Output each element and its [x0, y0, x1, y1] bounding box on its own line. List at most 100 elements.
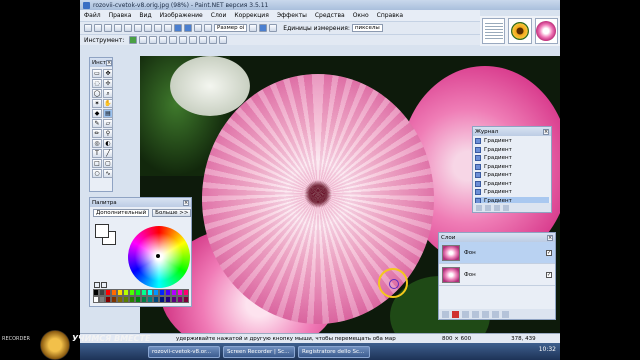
taskbar-item-paintnet[interactable]: rozovii-cvetok-v8.or...: [148, 345, 220, 358]
open-icon[interactable]: [94, 24, 102, 32]
option-icon-7[interactable]: [199, 36, 208, 44]
ruler-icon[interactable]: [269, 24, 278, 32]
line-icon[interactable]: ╱: [103, 149, 113, 158]
copy-icon[interactable]: [134, 24, 142, 32]
option-icon-3[interactable]: [159, 36, 168, 44]
layer-row[interactable]: Фон ✓: [439, 264, 555, 286]
ellipse-icon[interactable]: ○: [92, 169, 102, 178]
window-mode-icon[interactable]: [259, 24, 268, 32]
palette-more-button[interactable]: Больше >>: [152, 209, 192, 217]
recolor-icon[interactable]: ◐: [103, 139, 113, 148]
history-item[interactable]: Градиент: [475, 171, 549, 180]
gradient-cursor-handle[interactable]: [378, 268, 408, 298]
close-icon[interactable]: ×: [543, 128, 549, 135]
redo-icon[interactable]: [184, 24, 192, 32]
move-selection-icon[interactable]: ✢: [103, 79, 113, 88]
history-item[interactable]: Градиент: [475, 180, 549, 189]
add-layer-icon[interactable]: [442, 310, 449, 318]
option-icon-4[interactable]: [169, 36, 178, 44]
move-layer-up-icon[interactable]: [482, 310, 489, 318]
duplicate-layer-icon[interactable]: [462, 310, 469, 318]
palette-color-swatch[interactable]: [183, 296, 189, 303]
taskbar-item-registratore[interactable]: Registratore dello Sc...: [298, 345, 370, 358]
delete-layer-icon[interactable]: [452, 310, 459, 318]
menu-image[interactable]: Изображение: [160, 12, 203, 19]
rounded-rect-icon[interactable]: ▢: [103, 159, 113, 168]
option-icon-1[interactable]: [139, 36, 148, 44]
magic-wand-icon[interactable]: ✶: [92, 99, 102, 108]
menu-help[interactable]: Справка: [377, 12, 403, 19]
color-picker-icon[interactable]: ⚲: [103, 129, 113, 138]
menu-effects[interactable]: Эффекты: [277, 12, 307, 19]
history-item[interactable]: Градиент: [475, 146, 549, 155]
color-wheel[interactable]: [128, 226, 190, 288]
palette-mode-dropdown[interactable]: Дополнительный: [93, 209, 150, 217]
print-icon[interactable]: [114, 24, 122, 32]
fast-forward-icon[interactable]: [503, 204, 509, 211]
menu-adjustments[interactable]: Коррекция: [234, 12, 268, 19]
menu-utilities[interactable]: Средства: [315, 12, 345, 19]
zoom-icon[interactable]: [204, 24, 212, 32]
units-combo[interactable]: пикселы: [351, 24, 383, 32]
primary-color-swatch[interactable]: [95, 224, 109, 238]
thumbnail-document[interactable]: [482, 18, 506, 44]
history-item[interactable]: Градиент: [475, 163, 549, 172]
option-icon-5[interactable]: [179, 36, 188, 44]
taskbar-item-screen-recorder[interactable]: Screen Recorder | Sc...: [223, 345, 295, 358]
zoom-size-combo[interactable]: Размер оі: [214, 24, 248, 32]
menu-window[interactable]: Окно: [353, 12, 369, 19]
undo-icon[interactable]: [174, 24, 182, 32]
close-icon[interactable]: ×: [105, 59, 112, 66]
merge-layer-icon[interactable]: [472, 310, 479, 318]
menu-file[interactable]: Файл: [84, 12, 101, 19]
pencil-icon[interactable]: ✏: [92, 129, 102, 138]
history-item[interactable]: Градиент: [475, 154, 549, 163]
ellipse-select-icon[interactable]: ◯: [92, 89, 102, 98]
zoom-tool-icon[interactable]: ⌕: [103, 89, 113, 98]
new-icon[interactable]: [84, 24, 92, 32]
history-item[interactable]: Градиент: [475, 137, 549, 146]
thumbnail-pink-flower[interactable]: [534, 18, 558, 44]
paint-bucket-icon[interactable]: ◆: [92, 109, 102, 118]
save-icon[interactable]: [104, 24, 112, 32]
freeform-icon[interactable]: ∿: [103, 169, 113, 178]
menu-layers[interactable]: Слои: [211, 12, 227, 19]
thumbnail-sunflower[interactable]: [508, 18, 532, 44]
layer-properties-icon[interactable]: [502, 310, 509, 318]
close-icon[interactable]: ×: [547, 234, 553, 241]
gradient-tool-icon[interactable]: [129, 36, 138, 44]
eraser-icon[interactable]: ▱: [103, 119, 113, 128]
option-icon-8[interactable]: [209, 36, 218, 44]
layer-row[interactable]: Фон ✓: [439, 242, 555, 264]
paintbrush-icon[interactable]: ✎: [92, 119, 102, 128]
paste-icon[interactable]: [144, 24, 152, 32]
zoom-in-icon[interactable]: [249, 24, 258, 32]
pan-icon[interactable]: ✋: [103, 99, 113, 108]
move-layer-down-icon[interactable]: [492, 310, 499, 318]
gradient-icon[interactable]: ▤: [103, 109, 113, 118]
palette-color-swatch[interactable]: [183, 289, 189, 296]
rect-select-icon[interactable]: ▭: [92, 69, 102, 78]
menu-view[interactable]: Вид: [139, 12, 151, 19]
lasso-icon[interactable]: ◌: [92, 79, 102, 88]
option-icon-2[interactable]: [149, 36, 158, 44]
move-icon[interactable]: ✥: [103, 69, 113, 78]
rewind-icon[interactable]: [476, 204, 482, 211]
option-icon-9[interactable]: [219, 36, 228, 44]
option-icon-6[interactable]: [189, 36, 198, 44]
history-item[interactable]: Градиент: [475, 188, 549, 197]
menu-edit[interactable]: Правка: [109, 12, 132, 19]
layer-visibility-checkbox[interactable]: ✓: [546, 271, 552, 278]
cut-icon[interactable]: [124, 24, 132, 32]
deselect-icon[interactable]: [164, 24, 172, 32]
layer-visibility-checkbox[interactable]: ✓: [546, 249, 552, 256]
grid-icon[interactable]: [194, 24, 202, 32]
crop-icon[interactable]: [154, 24, 162, 32]
rectangle-icon[interactable]: □: [92, 159, 102, 168]
undo-step-icon[interactable]: [485, 204, 491, 211]
text-icon[interactable]: T: [92, 149, 102, 158]
close-icon[interactable]: ×: [183, 199, 189, 206]
redo-step-icon[interactable]: [494, 204, 500, 211]
clone-stamp-icon[interactable]: ◎: [92, 139, 102, 148]
swap-colors-icon[interactable]: [94, 282, 108, 288]
